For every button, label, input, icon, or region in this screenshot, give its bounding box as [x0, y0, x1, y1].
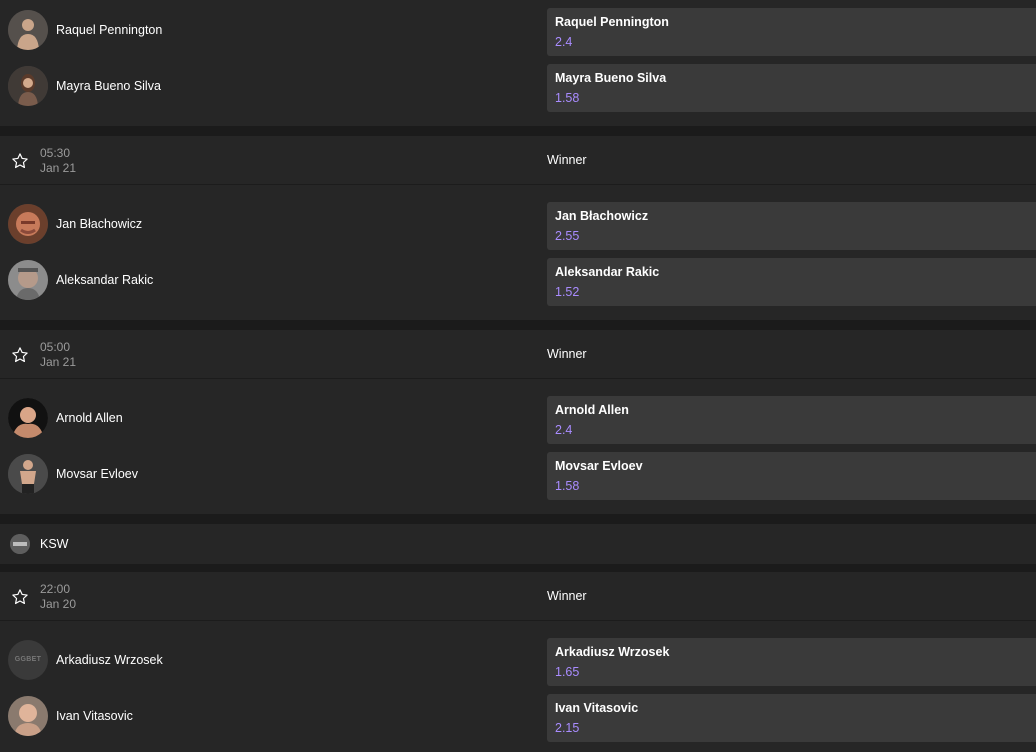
fighter-row: Arnold Allen Arnold Allen 2.4 [0, 390, 1036, 446]
market-label: Winner [547, 347, 587, 361]
odd-button[interactable]: Mayra Bueno Silva 1.58 [547, 64, 1036, 112]
odd-value: 1.65 [555, 665, 580, 679]
fighter-name: Arkadiusz Wrzosek [56, 653, 163, 667]
match-header: 22:00 Jan 20 Winner [0, 572, 1036, 621]
match-time: 22:00 [40, 582, 71, 596]
odd-value: 2.15 [555, 721, 580, 735]
match-fighters: Jan Błachowicz Jan Błachowicz 2.55 Aleks… [0, 185, 1036, 320]
odd-button[interactable]: Movsar Evloev 1.58 [547, 452, 1036, 500]
odd-label: Ivan Vitasovic [555, 701, 639, 715]
odd-label: Arnold Allen [555, 403, 629, 417]
fighter-name: Aleksandar Rakic [56, 273, 154, 287]
fighter-row: Raquel Pennington Raquel Pennington 2.4 [0, 2, 1036, 58]
odd-label: Movsar Evloev [555, 459, 643, 473]
fighter-avatar [8, 260, 48, 300]
star-outline-icon[interactable] [11, 346, 29, 364]
match-time: 05:00 [40, 340, 71, 354]
odd-label: Arkadiusz Wrzosek [555, 645, 670, 659]
odd-value: 1.58 [555, 479, 580, 493]
odd-label: Raquel Pennington [555, 15, 669, 29]
fighter-name: Mayra Bueno Silva [56, 79, 161, 93]
match-date: Jan 21 [40, 161, 77, 175]
fighter-row: Aleksandar Rakic Aleksandar Rakic 1.52 [0, 252, 1036, 308]
odd-value: 2.55 [555, 229, 580, 243]
fighter-row: Jan Błachowicz Jan Błachowicz 2.55 [0, 196, 1036, 252]
match-fighters: GGBET Arkadiusz Wrzosek Arkadiusz Wrzose… [0, 621, 1036, 752]
match-header: 05:30 Jan 21 Winner [0, 136, 1036, 185]
fighter-avatar [8, 696, 48, 736]
match-time: 05:30 [40, 146, 71, 160]
odd-label: Mayra Bueno Silva [555, 71, 667, 85]
ksw-logo-icon [10, 534, 30, 554]
odd-label: Jan Błachowicz [555, 209, 649, 223]
star-outline-icon[interactable] [11, 152, 29, 170]
fighter-name: Ivan Vitasovic [56, 709, 133, 723]
fighter-name: Raquel Pennington [56, 23, 163, 37]
fighter-row: GGBET Arkadiusz Wrzosek Arkadiusz Wrzose… [0, 632, 1036, 688]
fighter-avatar [8, 10, 48, 50]
fighter-avatar: GGBET [8, 640, 48, 680]
odd-label: Aleksandar Rakic [555, 265, 660, 279]
fighter-avatar [8, 398, 48, 438]
league-header[interactable]: KSW [0, 524, 1036, 564]
match-fighters: Arnold Allen Arnold Allen 2.4 Movsar Evl… [0, 379, 1036, 514]
fighter-name: Movsar Evloev [56, 467, 138, 481]
fighter-row: Ivan Vitasovic Ivan Vitasovic 2.15 [0, 688, 1036, 744]
star-outline-icon[interactable] [11, 588, 29, 606]
odd-button[interactable]: Ivan Vitasovic 2.15 [547, 694, 1036, 742]
avatar-placeholder-text: GGBET [14, 656, 42, 663]
market-label: Winner [547, 153, 587, 167]
fighter-name: Jan Błachowicz [56, 217, 143, 231]
fighter-avatar [8, 66, 48, 106]
odd-value: 1.58 [555, 91, 580, 105]
odd-value: 2.4 [555, 35, 573, 49]
odd-value: 1.52 [555, 285, 580, 299]
match-header: 05:00 Jan 21 Winner [0, 330, 1036, 379]
odd-value: 2.4 [555, 423, 573, 437]
league-name: KSW [40, 537, 69, 551]
fighter-row: Movsar Evloev Movsar Evloev 1.58 [0, 446, 1036, 502]
odd-button[interactable]: Arkadiusz Wrzosek 1.65 [547, 638, 1036, 686]
fighter-row: Mayra Bueno Silva Mayra Bueno Silva 1.58 [0, 58, 1036, 114]
fighter-name: Arnold Allen [56, 411, 123, 425]
odd-button[interactable]: Jan Błachowicz 2.55 [547, 202, 1036, 250]
match-date: Jan 20 [40, 597, 77, 611]
match-date: Jan 21 [40, 355, 77, 369]
odd-button[interactable]: Aleksandar Rakic 1.52 [547, 258, 1036, 306]
fighter-avatar [8, 454, 48, 494]
fighter-avatar [8, 204, 48, 244]
match-fighters: Raquel Pennington Raquel Pennington 2.4 … [0, 0, 1036, 126]
odd-button[interactable]: Raquel Pennington 2.4 [547, 8, 1036, 56]
market-label: Winner [547, 589, 587, 603]
odd-button[interactable]: Arnold Allen 2.4 [547, 396, 1036, 444]
